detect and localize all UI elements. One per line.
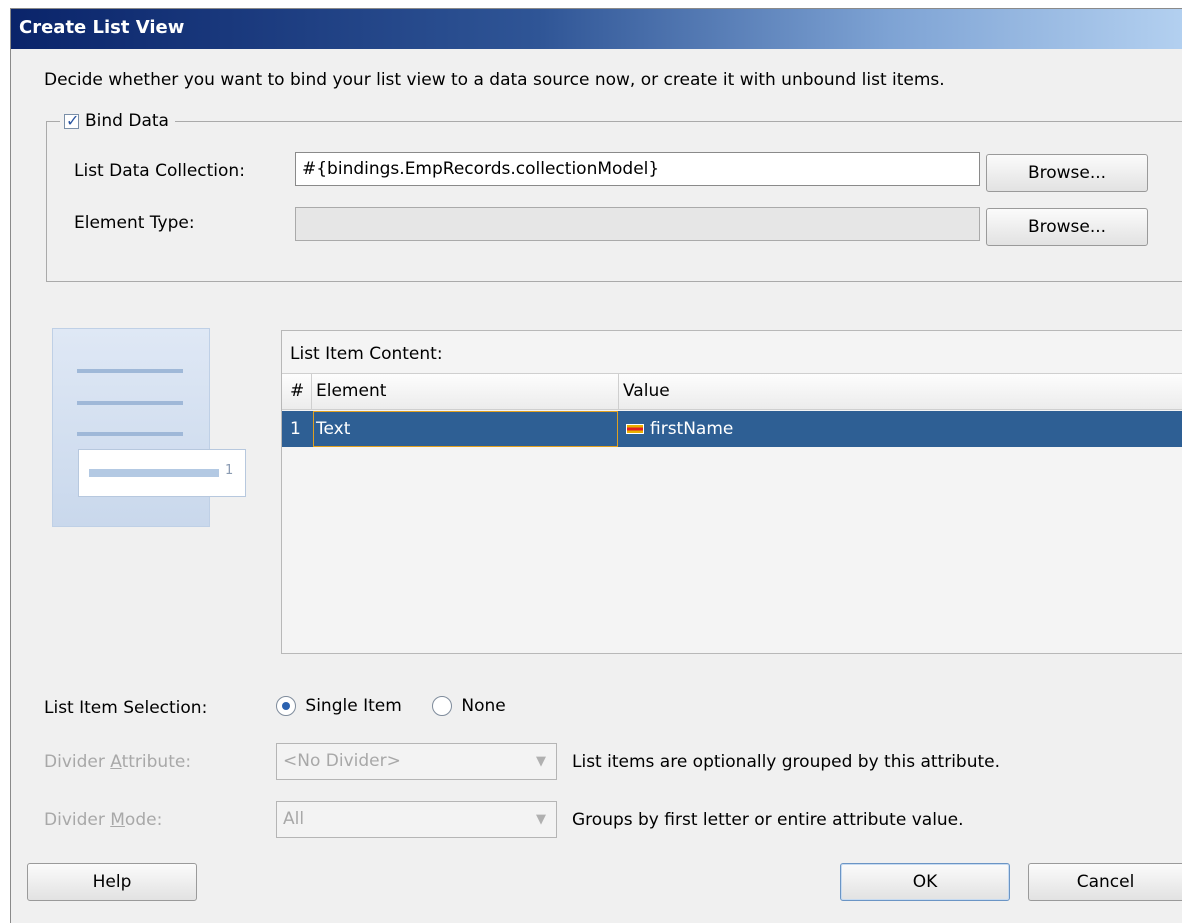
list-item-content-table: List Item Content: # Element Value 1 Tex…: [281, 330, 1182, 654]
list-data-collection-label: List Data Collection:: [74, 161, 245, 181]
checkmark-icon: ✓: [66, 110, 80, 130]
radio-selected-icon[interactable]: [276, 696, 296, 716]
divider-attribute-hint: List items are optionally grouped by thi…: [572, 752, 1001, 772]
preview-item-bar: [89, 469, 219, 477]
row-value-text: firstName: [650, 419, 734, 439]
element-type-input[interactable]: [295, 207, 980, 241]
preview-list-item: 1: [78, 449, 246, 497]
bind-data-group: [46, 121, 1182, 282]
none-radio[interactable]: None: [432, 696, 506, 716]
divider-attribute-label: Divider Attribute:: [44, 752, 192, 772]
single-item-radio[interactable]: Single Item: [276, 696, 402, 716]
list-item-content-caption: List Item Content:: [290, 344, 443, 364]
preview-line: [77, 401, 183, 405]
divider-mode-hint: Groups by first letter or entire attribu…: [572, 810, 964, 830]
attribute-icon: [626, 424, 644, 434]
bind-data-label: Bind Data: [85, 111, 169, 131]
cancel-button[interactable]: Cancel: [1028, 863, 1182, 901]
ok-button[interactable]: OK: [840, 863, 1010, 901]
single-item-label: Single Item: [305, 696, 402, 716]
list-view-preview: [52, 328, 210, 527]
radio-dot-icon: [282, 702, 290, 710]
table-header: # Element Value: [282, 373, 1182, 410]
bind-data-legend[interactable]: ✓ Bind Data: [60, 109, 175, 133]
divider-mode-label: Divider Mode:: [44, 810, 163, 830]
dialog-title: Create List View: [19, 17, 185, 38]
list-item-selection-label: List Item Selection:: [44, 698, 208, 718]
title-bar[interactable]: Create List View: [11, 9, 1182, 49]
row-element-cell[interactable]: Text: [316, 411, 350, 447]
browse-element-type-button[interactable]: Browse...: [986, 208, 1148, 246]
row-index: 1: [290, 419, 301, 439]
divider-attribute-select[interactable]: <No Divider> ▼: [276, 743, 557, 780]
column-header-element[interactable]: Element: [316, 374, 386, 409]
column-header-value[interactable]: Value: [623, 374, 670, 409]
focused-cell-border: [313, 411, 618, 447]
browse-collection-button[interactable]: Browse...: [986, 154, 1148, 192]
row-value-cell[interactable]: firstName: [626, 411, 733, 447]
divider-mode-select[interactable]: All ▼: [276, 801, 557, 838]
column-divider[interactable]: [618, 374, 619, 409]
chevron-down-icon: ▼: [536, 754, 546, 769]
help-button[interactable]: Help: [27, 863, 197, 901]
divider-mode-value: All: [283, 809, 305, 829]
none-label: None: [461, 696, 506, 716]
chevron-down-icon: ▼: [536, 812, 546, 827]
list-data-collection-input[interactable]: #{bindings.EmpRecords.collectionModel}: [295, 152, 980, 186]
table-row[interactable]: 1 Text firstName: [282, 411, 1182, 447]
radio-unselected-icon[interactable]: [432, 696, 452, 716]
preview-item-badge: 1: [225, 463, 234, 478]
divider-attribute-value: <No Divider>: [283, 751, 401, 771]
column-header-index[interactable]: #: [290, 374, 304, 409]
bind-data-checkbox[interactable]: ✓: [64, 110, 80, 130]
column-divider: [311, 374, 312, 409]
preview-line: [77, 369, 183, 373]
dialog-description: Decide whether you want to bind your lis…: [44, 70, 945, 90]
element-type-label: Element Type:: [74, 213, 195, 233]
preview-line: [77, 432, 183, 436]
